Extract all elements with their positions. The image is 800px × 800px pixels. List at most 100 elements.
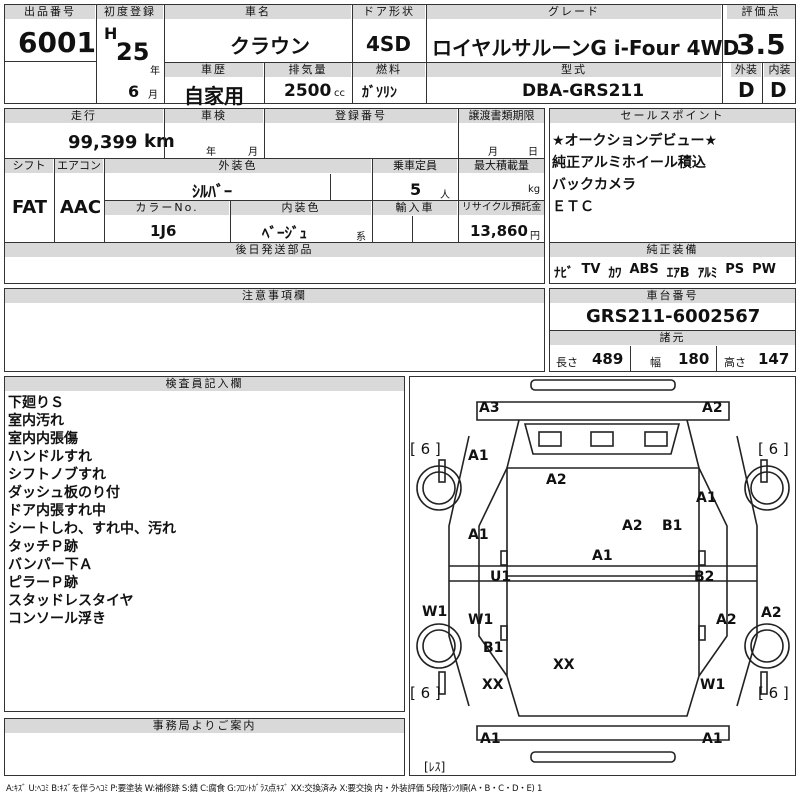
damage-mark: W1: [700, 677, 726, 693]
shift-label: シフト: [5, 159, 53, 173]
damage-mark: A2: [546, 472, 567, 488]
import-label: 輸入車: [373, 201, 457, 215]
damage-mark: A1: [702, 731, 723, 747]
color-number: 1J6: [150, 222, 177, 240]
color: ｼﾙﾊﾞｰ: [192, 182, 233, 201]
recycle-unit: 円: [530, 231, 540, 242]
inspector-line: 室内内張傷: [8, 431, 78, 447]
damage-mark: W1: [468, 612, 494, 628]
equip-item: ｱﾙﾐ: [697, 266, 718, 281]
month-unit: 月: [148, 90, 158, 101]
sales-line: 純正アルミホイール積込: [552, 155, 706, 171]
equip-item: TV: [581, 262, 601, 277]
inspector-lines: 下廻りＳ 室内汚れ 室内内張傷 ハンドルすれ シフトノブすれ ダッシュ板のり付 …: [8, 394, 176, 628]
inspector-line: シフトノブすれ: [8, 467, 106, 483]
lot-label: 出品番号: [5, 5, 95, 19]
inspector-line: ドア内張すれ中: [8, 503, 106, 519]
score: 3.5: [736, 28, 786, 61]
int-grade: D: [770, 78, 787, 102]
ext-label: 外装: [731, 63, 761, 77]
colorno-label: カラーNo.: [105, 201, 229, 215]
width: 180: [678, 350, 710, 368]
length-label: 長さ: [556, 356, 578, 369]
ext-grade: D: [738, 78, 755, 102]
inspector-line: ダッシュ板のり付: [8, 485, 120, 501]
door-type: 4SD: [366, 32, 411, 56]
damage-mark: A2: [702, 400, 723, 416]
disp-unit: cc: [334, 88, 345, 99]
lot-number: 6001: [18, 26, 96, 59]
inspect-label: 車検: [165, 109, 263, 123]
mileage: 99,399: [68, 132, 138, 153]
cap-unit: 人: [440, 190, 450, 201]
damage-mark: A1: [592, 548, 613, 564]
int-label: 内装: [764, 63, 795, 77]
interior-color: ﾍﾞｰｼﾞｭ: [262, 224, 308, 242]
inspector-line: 下廻りＳ: [8, 395, 64, 411]
history-label: 車歴: [165, 63, 263, 77]
damage-mark: A2: [622, 518, 643, 534]
mileage-label: 走行: [5, 109, 163, 123]
damage-mark: A3: [479, 400, 500, 416]
damage-mark: B2: [694, 569, 715, 585]
inspector-line: コンソール浮き: [8, 611, 106, 627]
chassis-label: 車台番号: [550, 289, 795, 303]
grade-label: グレード: [427, 5, 721, 19]
inspector-line: バンパー下Ａ: [8, 557, 93, 573]
load-unit: kg: [528, 184, 541, 195]
width-label: 幅: [650, 356, 661, 369]
tire-label: [ 6 ]: [758, 684, 789, 702]
disp-label: 排気量: [265, 63, 351, 77]
damage-mark: A1: [480, 731, 501, 747]
equip-item: ｴｱB: [666, 266, 690, 281]
equip-item: ｶﾜ: [608, 266, 622, 281]
grade: ロイヤルサルーンG i-Four 4WD: [432, 36, 740, 60]
damage-mark: W1: [422, 604, 448, 620]
damage-mark: U1: [490, 569, 512, 585]
equip-list: ﾅﾋﾞ TV ｶﾜ ABS ｴｱB ｱﾙﾐ PS PW: [554, 262, 776, 281]
capacity: 5: [410, 180, 422, 199]
sales-line: ＥＴＣ: [552, 199, 594, 215]
damage-mark: A2: [716, 612, 737, 628]
name-label: 車名: [165, 5, 351, 19]
inspector-line: 室内汚れ: [8, 413, 64, 429]
reg-year: 25: [116, 38, 150, 66]
model: DBA-GRS211: [522, 81, 645, 101]
inspect-month: 月: [248, 147, 258, 158]
damage-mark: B1: [662, 518, 683, 534]
legend: A:ｷｽﾞ U:ﾍｺﾐ B:ｷｽﾞを伴うﾍｺﾐ P:要塗装 W:補修跡 S:錆 …: [6, 784, 543, 794]
damage-mark: XX: [482, 677, 504, 693]
inspector-line: スタッドレスタイヤ: [8, 593, 134, 609]
damage-mark: A1: [468, 448, 489, 464]
parts-label: 後日発送部品: [5, 243, 544, 257]
damage-mark: A1: [696, 490, 717, 506]
recycle-label: リサイクル預託金: [459, 201, 544, 215]
cap-label: 乗車定員: [373, 159, 457, 173]
reg-month: 6: [128, 82, 140, 101]
equip-item: PW: [752, 262, 776, 277]
tire-label: [ 6 ]: [410, 440, 441, 458]
plate-label: 登録番号: [265, 109, 457, 123]
inspector-line: ピラーＰ跡: [8, 575, 78, 591]
transfer-label: 譲渡書類期限: [459, 109, 544, 123]
model-label: 型式: [427, 63, 721, 77]
chassis-number: GRS211-6002567: [586, 306, 761, 327]
equip-item: ABS: [629, 262, 659, 277]
fuel: ｶﾞｿﾘﾝ: [362, 85, 397, 101]
displacement: 2500: [284, 81, 332, 101]
recycle-fee: 13,860: [470, 222, 528, 240]
year-unit: 年: [150, 66, 160, 77]
fuel-label: 燃料: [353, 63, 425, 77]
equip-item: PS: [725, 262, 745, 277]
intcolor-label: 内装色: [231, 201, 371, 215]
notes-label: 注意事項欄: [5, 289, 544, 303]
height-label: 高さ: [724, 356, 746, 369]
damage-mark: XX: [553, 657, 575, 673]
equip-label: 純正装備: [550, 243, 795, 257]
inspector-line: ハンドルすれ: [8, 449, 92, 465]
inspector-label: 検査員記入欄: [5, 377, 404, 391]
sales-line: バックカメラ: [552, 177, 636, 193]
transfer-day: 日: [528, 147, 538, 158]
damage-mark: B1: [483, 640, 504, 656]
intcolor-unit: 系: [356, 232, 366, 243]
